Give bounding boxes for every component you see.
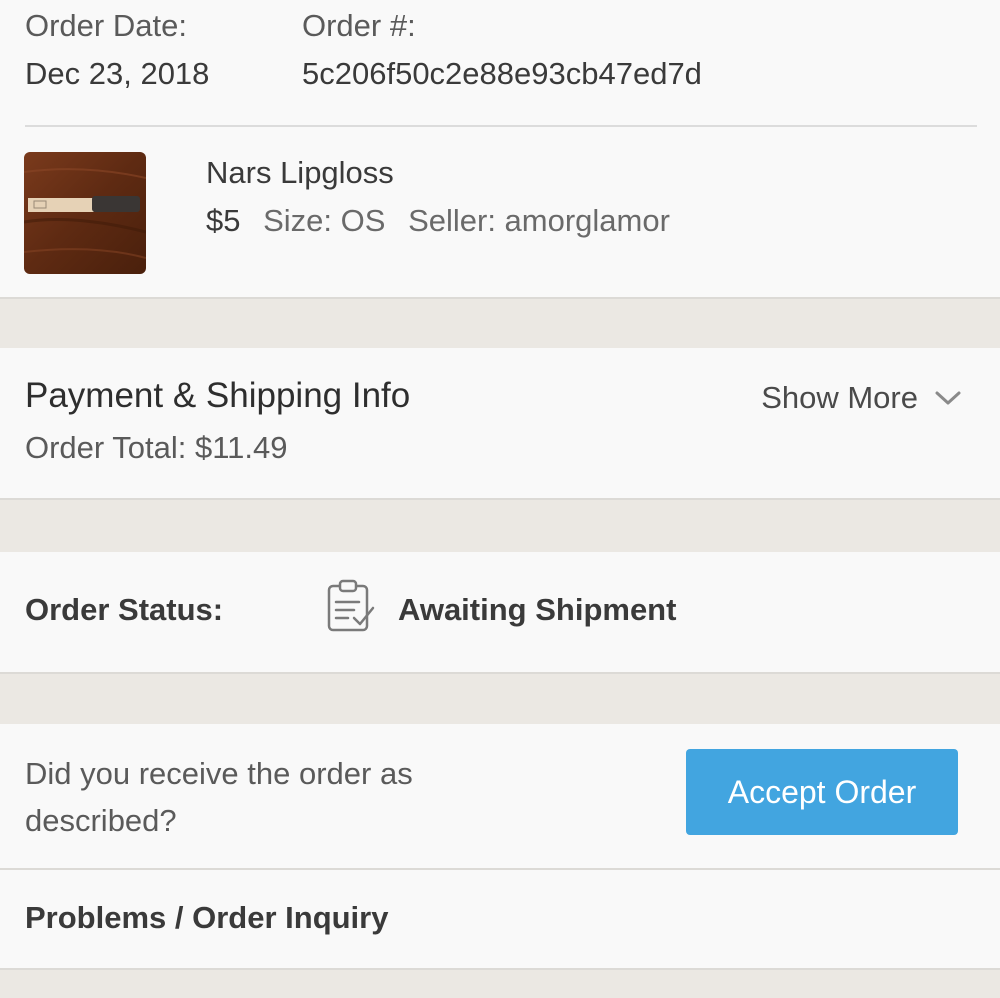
product-seller: Seller: amorglamor: [408, 203, 670, 238]
order-summary-card: Order Date: Dec 23, 2018 Order #: 5c206f…: [0, 0, 1000, 299]
product-name[interactable]: Nars Lipgloss: [206, 155, 394, 191]
order-number-value: 5c206f50c2e88e93cb47ed7d: [302, 56, 702, 91]
problems-card: Problems / Order Inquiry: [0, 870, 1000, 970]
product-thumbnail[interactable]: [24, 152, 146, 274]
order-number-label: Order #:: [302, 8, 416, 43]
product-details: $5 Size: OS Seller: amorglamor: [206, 203, 670, 239]
accept-order-button[interactable]: Accept Order: [686, 749, 958, 835]
payment-shipping-title: Payment & Shipping Info: [25, 376, 411, 415]
problems-order-inquiry-link[interactable]: Problems / Order Inquiry: [25, 900, 388, 936]
order-status-label: Order Status:: [25, 592, 224, 627]
receive-question: Did you receive the order as described?: [25, 756, 413, 838]
order-status-card: Order Status: Awaiting Shipment: [0, 552, 1000, 674]
order-total: Order Total: $11.49: [25, 430, 288, 465]
show-more-label: Show More: [761, 380, 918, 415]
order-status-value: Awaiting Shipment: [398, 592, 677, 627]
product-size: Size: OS: [263, 203, 386, 238]
clipboard-check-icon: [327, 579, 375, 632]
payment-shipping-card: Payment & Shipping Info Order Total: $11…: [0, 348, 1000, 500]
product-price: $5: [206, 203, 241, 238]
divider: [25, 125, 977, 127]
product-photo: [24, 152, 146, 274]
order-date-label: Order Date:: [25, 8, 187, 43]
order-date-value: Dec 23, 2018: [25, 56, 210, 91]
chevron-down-icon: [935, 391, 961, 405]
accept-order-card: Did you receive the order as described? …: [0, 724, 1000, 870]
show-more-button[interactable]: Show More: [761, 380, 962, 416]
